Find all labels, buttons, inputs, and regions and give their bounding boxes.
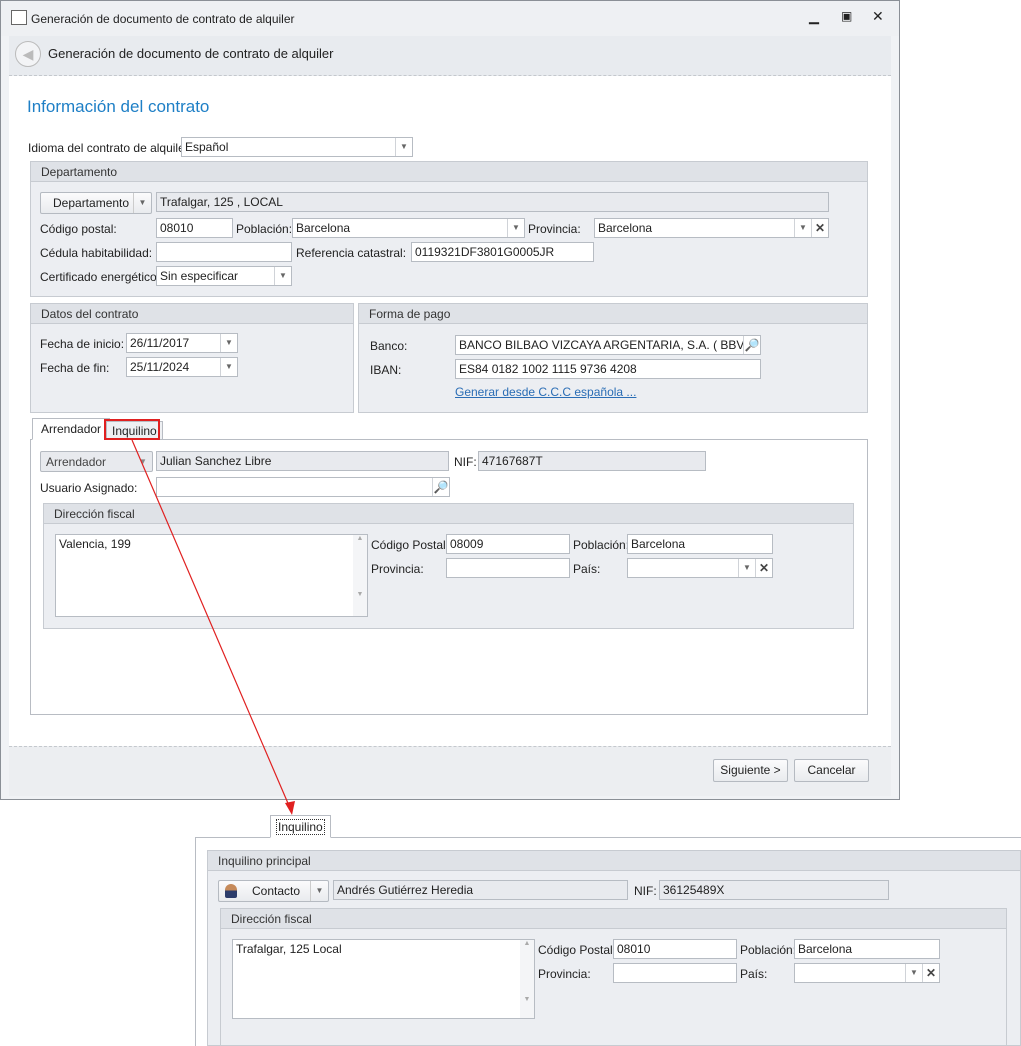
scrollbar[interactable]: ▲ ▼ — [520, 940, 534, 1018]
inquilino-nif: 36125489X — [659, 880, 889, 900]
person-icon — [225, 884, 237, 898]
cp-label: Código Postal: — [538, 943, 617, 957]
cp-input[interactable]: 08010 — [613, 939, 737, 959]
nif-label: NIF: — [634, 884, 657, 898]
pais-label: País: — [740, 967, 768, 981]
clear-icon[interactable]: ✕ — [922, 964, 939, 982]
poblacion-input[interactable]: Barcelona — [794, 939, 940, 959]
chevron-down-icon: ▼ — [310, 881, 328, 901]
inquilino-direccion-textarea[interactable]: Trafalgar, 125 Local ▲ ▼ — [232, 939, 535, 1019]
chevron-down-icon: ▼ — [905, 964, 922, 982]
contacto-button[interactable]: Contacto ▼ — [218, 880, 329, 902]
group-header: Inquilino principal — [208, 851, 1020, 871]
tab-inquilino-selected[interactable]: Inquilino — [270, 815, 331, 838]
pais-select[interactable]: ▼ ✕ — [794, 963, 940, 983]
provincia-input[interactable] — [613, 963, 737, 983]
group-header: Dirección fiscal — [221, 909, 1006, 929]
provincia-label: Provincia: — [538, 967, 591, 981]
poblacion-label: Población: — [740, 943, 797, 957]
direccion-value: Trafalgar, 125 Local — [236, 942, 342, 956]
button-label: Contacto — [252, 884, 301, 898]
tab-label: Inquilino — [276, 819, 325, 835]
inquilino-name: Andrés Gutiérrez Heredia — [333, 880, 628, 900]
